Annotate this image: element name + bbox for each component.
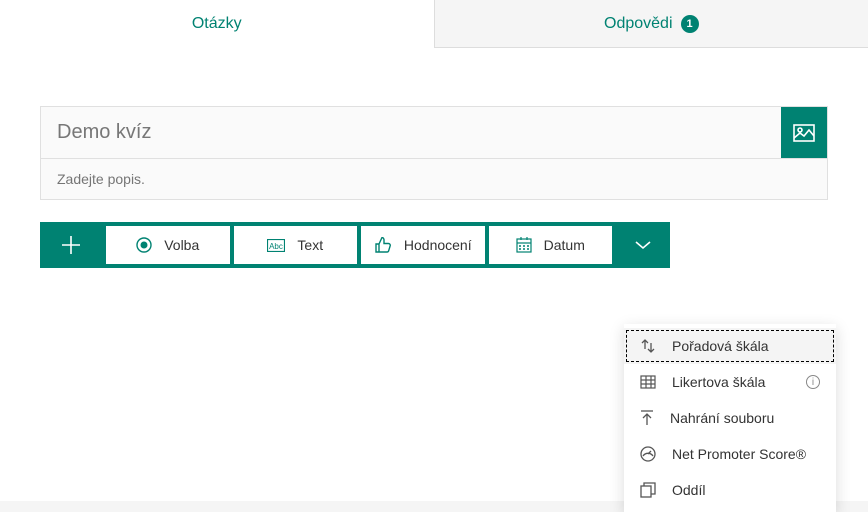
tab-responses-label: Odpovědi bbox=[604, 15, 673, 33]
add-question-button[interactable] bbox=[40, 222, 102, 268]
dropdown-ranking[interactable]: Pořadová škála bbox=[624, 328, 836, 364]
dropdown-section-label: Oddíl bbox=[672, 482, 705, 498]
type-rating-label: Hodnocení bbox=[404, 237, 472, 253]
plus-icon bbox=[60, 234, 82, 256]
nps-icon bbox=[640, 446, 656, 462]
dropdown-likert[interactable]: Likertova škála i bbox=[624, 364, 836, 400]
likert-icon bbox=[640, 375, 656, 389]
form-description-input[interactable] bbox=[40, 158, 828, 200]
upload-icon bbox=[640, 410, 654, 426]
title-row bbox=[40, 106, 828, 158]
radio-icon bbox=[136, 237, 152, 253]
tab-questions[interactable]: Otázky bbox=[0, 0, 435, 48]
section-icon bbox=[640, 482, 656, 498]
ranking-icon bbox=[640, 338, 656, 354]
type-choice-button[interactable]: Volba bbox=[106, 226, 230, 264]
more-types-dropdown: Pořadová škála Likertova škála i Nahrání… bbox=[624, 324, 836, 512]
dropdown-likert-label: Likertova škála bbox=[672, 374, 765, 390]
content-area: Volba Abc Text Hodnocení bbox=[0, 48, 868, 501]
tabs-bar: Otázky Odpovědi 1 bbox=[0, 0, 868, 48]
calendar-icon bbox=[516, 237, 532, 253]
form-title-input[interactable] bbox=[41, 107, 781, 158]
text-icon: Abc bbox=[267, 239, 285, 252]
type-date-button[interactable]: Datum bbox=[489, 226, 613, 264]
type-text-label: Text bbox=[297, 237, 323, 253]
type-text-button[interactable]: Abc Text bbox=[234, 226, 358, 264]
tab-responses[interactable]: Odpovědi 1 bbox=[435, 0, 868, 48]
type-choice-label: Volba bbox=[164, 237, 199, 253]
dropdown-ranking-label: Pořadová škála bbox=[672, 338, 769, 354]
more-types-button[interactable] bbox=[616, 222, 670, 268]
dropdown-upload[interactable]: Nahrání souboru bbox=[624, 400, 836, 436]
thumbs-up-icon bbox=[374, 237, 392, 253]
info-icon[interactable]: i bbox=[806, 375, 820, 389]
svg-text:Abc: Abc bbox=[270, 242, 284, 251]
insert-image-button[interactable] bbox=[781, 107, 827, 158]
dropdown-nps[interactable]: Net Promoter Score® bbox=[624, 436, 836, 472]
responses-count-badge: 1 bbox=[681, 15, 699, 33]
image-icon bbox=[793, 124, 815, 142]
type-date-label: Datum bbox=[544, 237, 585, 253]
dropdown-section[interactable]: Oddíl bbox=[624, 472, 836, 508]
type-rating-button[interactable]: Hodnocení bbox=[361, 226, 485, 264]
dropdown-nps-label: Net Promoter Score® bbox=[672, 446, 806, 462]
question-type-toolbar: Volba Abc Text Hodnocení bbox=[40, 222, 670, 268]
dropdown-upload-label: Nahrání souboru bbox=[670, 410, 774, 426]
tab-questions-label: Otázky bbox=[192, 15, 242, 33]
chevron-down-icon bbox=[634, 240, 652, 250]
